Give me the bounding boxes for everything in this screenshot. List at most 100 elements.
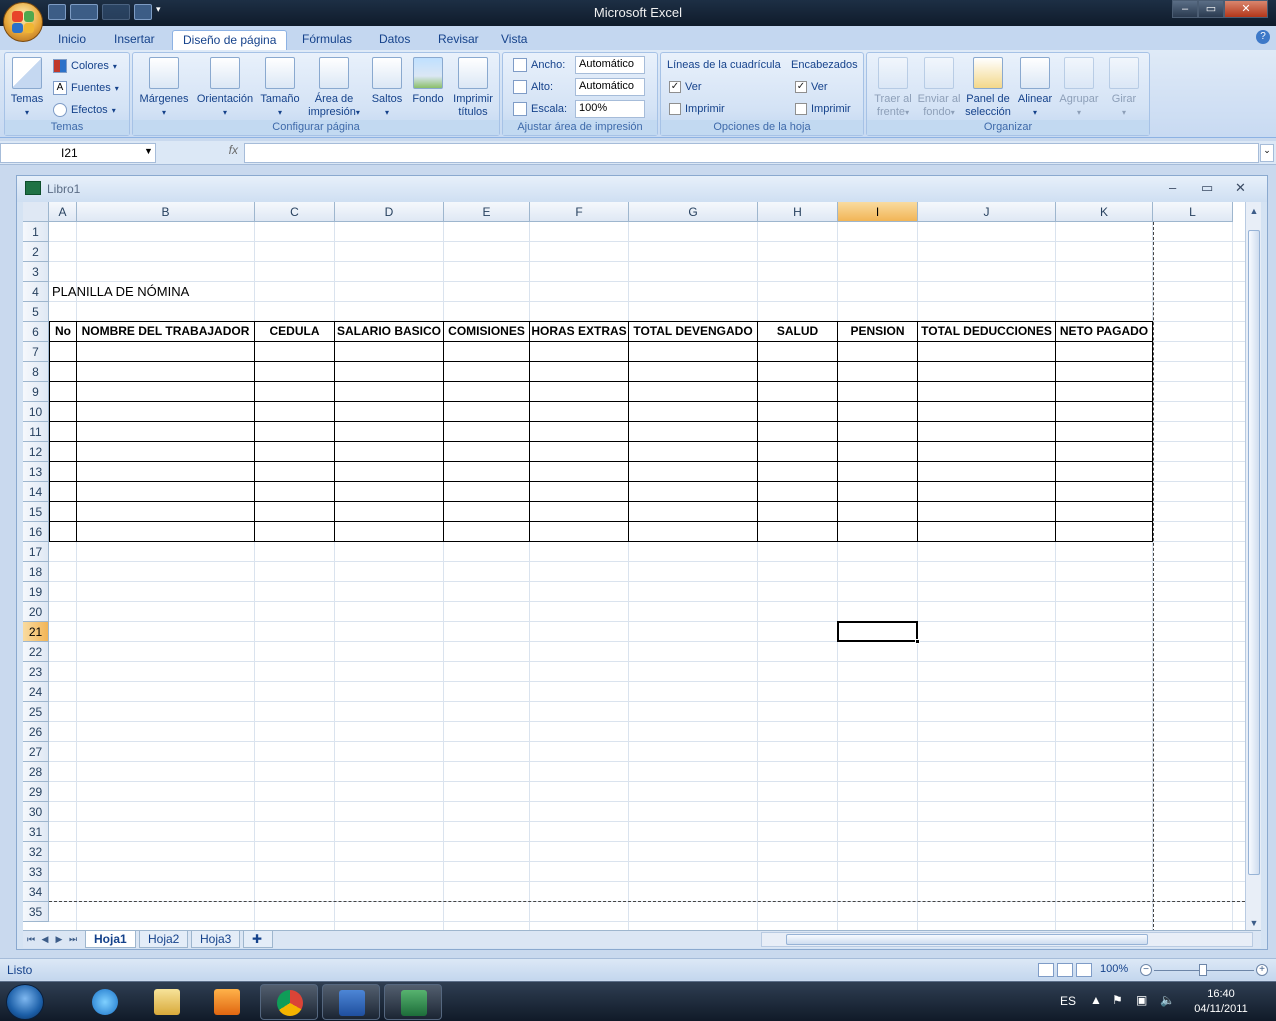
girar-button[interactable]: Girar ▾ (1103, 57, 1145, 119)
row-header-1[interactable]: 1 (23, 222, 49, 242)
table-cell[interactable] (629, 342, 758, 362)
fx-icon[interactable]: fx (162, 143, 242, 163)
vertical-scrollbar[interactable]: ▲ ▼ (1245, 202, 1261, 932)
column-header-f[interactable]: F (530, 202, 629, 222)
table-cell[interactable] (629, 382, 758, 402)
table-cell[interactable] (77, 402, 255, 422)
clock[interactable]: 16:40 04/11/2011 (1188, 987, 1254, 1017)
normal-view-icon[interactable] (1038, 963, 1054, 977)
row-header-3[interactable]: 3 (23, 262, 49, 282)
table-cell[interactable] (758, 482, 838, 502)
table-cell[interactable] (838, 462, 918, 482)
row-header-7[interactable]: 7 (23, 342, 49, 362)
table-header-cell[interactable]: PENSION (838, 321, 918, 342)
traer-al-frente-button[interactable]: Traer al frente▾ (871, 57, 915, 119)
table-cell[interactable] (255, 462, 335, 482)
table-cell[interactable] (758, 382, 838, 402)
row-header-23[interactable]: 23 (23, 662, 49, 682)
sheet-tab-hoja3[interactable]: Hoja3 (191, 931, 241, 948)
table-cell[interactable] (1056, 502, 1153, 522)
column-header-h[interactable]: H (758, 202, 838, 222)
table-cell[interactable] (530, 442, 629, 462)
minimize-button[interactable]: ‒ (1172, 0, 1198, 18)
imprimir-titulos-button[interactable]: Imprimir títulos (449, 57, 497, 119)
row-header-19[interactable]: 19 (23, 582, 49, 602)
language-indicator[interactable]: ES (1060, 994, 1076, 1008)
table-cell[interactable] (530, 522, 629, 542)
maximize-button[interactable]: ▭ (1198, 0, 1224, 18)
start-button[interactable] (6, 984, 44, 1020)
temas-button[interactable]: Temas ▾ (7, 57, 47, 119)
table-cell[interactable] (530, 342, 629, 362)
table-cell[interactable] (255, 362, 335, 382)
insert-sheet-icon[interactable]: ✚ (243, 931, 273, 948)
table-cell[interactable] (77, 382, 255, 402)
help-icon[interactable]: ? (1256, 30, 1270, 44)
last-sheet-icon[interactable]: ⏭ (67, 932, 79, 946)
table-cell[interactable] (444, 482, 530, 502)
column-header-i[interactable]: I (838, 202, 918, 222)
table-cell[interactable] (335, 342, 444, 362)
row-header-28[interactable]: 28 (23, 762, 49, 782)
table-cell[interactable] (49, 502, 77, 522)
table-cell[interactable] (629, 502, 758, 522)
table-cell[interactable] (918, 362, 1056, 382)
table-cell[interactable] (1056, 522, 1153, 542)
row-header-27[interactable]: 27 (23, 742, 49, 762)
expand-formula-icon[interactable]: ⌄ (1260, 144, 1274, 162)
table-cell[interactable] (49, 342, 77, 362)
column-header-b[interactable]: B (77, 202, 255, 222)
table-cell[interactable] (1056, 462, 1153, 482)
fuentes-button[interactable]: A Fuentes ▾ (53, 79, 119, 97)
table-cell[interactable] (758, 422, 838, 442)
workbook-close-button[interactable]: ✕ (1235, 180, 1246, 196)
colores-button[interactable]: Colores ▾ (53, 57, 117, 75)
sheet-tab-hoja1[interactable]: Hoja1 (85, 931, 136, 948)
table-header-cell[interactable]: No (49, 321, 77, 342)
column-header-l[interactable]: L (1153, 202, 1233, 222)
table-cell[interactable] (1056, 422, 1153, 442)
table-cell[interactable] (918, 462, 1056, 482)
row-header-15[interactable]: 15 (23, 502, 49, 522)
table-cell[interactable] (530, 362, 629, 382)
row-header-10[interactable]: 10 (23, 402, 49, 422)
scroll-up-icon[interactable]: ▲ (1247, 204, 1261, 218)
zoom-slider-thumb[interactable] (1199, 964, 1207, 976)
vertical-scroll-thumb[interactable] (1248, 230, 1260, 875)
column-header-e[interactable]: E (444, 202, 530, 222)
table-cell[interactable] (77, 462, 255, 482)
area-impresion-button[interactable]: Área de impresión▾ (303, 57, 365, 119)
orientacion-button[interactable]: Orientación ▾ (193, 57, 257, 119)
row-header-8[interactable]: 8 (23, 362, 49, 382)
table-cell[interactable] (77, 342, 255, 362)
zoom-out-icon[interactable]: − (1140, 964, 1152, 976)
close-button[interactable]: ✕ (1224, 0, 1268, 18)
saltos-button[interactable]: Saltos ▾ (367, 57, 407, 119)
table-cell[interactable] (255, 482, 335, 502)
workbook-restore-button[interactable]: ▭ (1201, 180, 1213, 196)
scroll-down-icon[interactable]: ▼ (1247, 916, 1261, 930)
table-cell[interactable] (758, 522, 838, 542)
zoom-level[interactable]: 100% (1100, 963, 1128, 975)
table-cell[interactable] (335, 402, 444, 422)
row-header-21[interactable]: 21 (23, 622, 49, 642)
tab-vista[interactable]: Vista (491, 30, 537, 50)
spreadsheet-grid[interactable]: A B C D E F G H I J K L 1 2 3 4 5 6 7 8 9 10 11 12 13 14 15 16 17 18 1… (23, 202, 1245, 932)
table-cell[interactable] (838, 522, 918, 542)
table-cell[interactable] (335, 362, 444, 382)
active-cell[interactable] (837, 621, 920, 644)
table-cell[interactable] (335, 422, 444, 442)
table-cell[interactable] (49, 482, 77, 502)
horizontal-scrollbar[interactable] (761, 932, 1253, 947)
column-header-k[interactable]: K (1056, 202, 1153, 222)
volume-icon[interactable]: 🔈 (1160, 993, 1175, 1007)
margenes-button[interactable]: Márgenes ▾ (137, 57, 191, 119)
office-button[interactable] (3, 2, 43, 42)
ancho-dropdown[interactable]: Automático (575, 56, 645, 74)
column-header-d[interactable]: D (335, 202, 444, 222)
column-header-g[interactable]: G (629, 202, 758, 222)
table-cell[interactable] (49, 462, 77, 482)
table-cell[interactable] (1056, 362, 1153, 382)
table-cell[interactable] (629, 402, 758, 422)
table-cell[interactable] (49, 442, 77, 462)
